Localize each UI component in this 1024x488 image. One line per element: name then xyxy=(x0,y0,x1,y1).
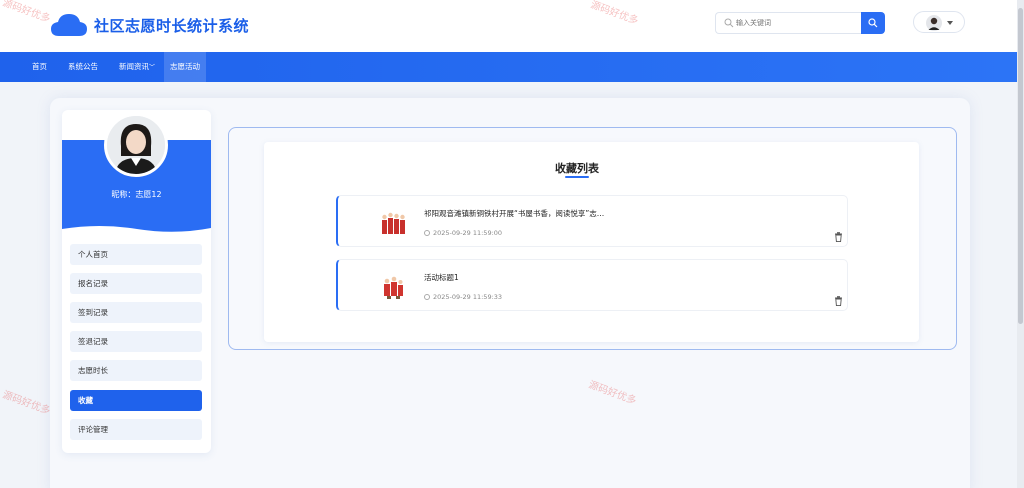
sidebar-item-comments[interactable]: 评论管理 xyxy=(70,419,202,440)
nav-item-activities[interactable]: 志愿活动 xyxy=(164,52,206,82)
page-title: 收藏列表 xyxy=(555,162,599,175)
list-item[interactable]: 祁阳观音滩镇新铜铁村开展“书屋书香，阅读悦享”志… 2025-09-29 11:… xyxy=(336,195,848,247)
watermark: 源码好优多 xyxy=(0,389,52,418)
site-title: 社区志愿时长统计系统 xyxy=(94,17,250,35)
trash-icon[interactable] xyxy=(834,232,843,242)
favorite-time-value: 2025-09-29 11:59:33 xyxy=(433,293,503,301)
activity-thumbnail xyxy=(378,270,410,302)
search-icon xyxy=(868,18,878,28)
sidebar-item-volunteer-hours[interactable]: 志愿时长 xyxy=(70,360,202,381)
chevron-down-icon xyxy=(947,21,953,25)
sidebar-item-checkout[interactable]: 签退记录 xyxy=(70,331,202,352)
nav-item-news-label: 新闻资讯 xyxy=(119,62,149,71)
clock-icon xyxy=(424,294,430,300)
wave-decoration xyxy=(62,226,211,233)
sidebar-item-checkin[interactable]: 签到记录 xyxy=(70,302,202,323)
main-nav: 首页 系统公告 新闻资讯﹀ 志愿活动 xyxy=(0,52,1024,82)
cloud-logo-icon xyxy=(51,14,87,36)
user-menu[interactable] xyxy=(913,11,965,33)
clock-icon xyxy=(424,230,430,236)
search-box[interactable] xyxy=(715,12,861,34)
nav-item-news[interactable]: 新闻资讯﹀ xyxy=(119,52,155,82)
search-input[interactable] xyxy=(736,15,856,31)
activity-thumbnail xyxy=(378,206,410,238)
sidebar-item-registrations[interactable]: 报名记录 xyxy=(70,273,202,294)
favorite-title[interactable]: 祁阳观音滩镇新铜铁村开展“书屋书香，阅读悦享”志… xyxy=(424,208,604,219)
favorite-time: 2025-09-29 11:59:33 xyxy=(424,293,502,301)
favorite-time-value: 2025-09-29 11:59:00 xyxy=(433,229,503,237)
list-item[interactable]: 活动标题1 2025-09-29 11:59:33 xyxy=(336,259,848,311)
profile-nickname: 昵称：志愿12 xyxy=(111,190,162,199)
favorite-time: 2025-09-29 11:59:00 xyxy=(424,229,502,237)
favorite-title[interactable]: 活动标题1 xyxy=(424,272,459,283)
title-underline xyxy=(565,176,589,178)
nav-item-home[interactable]: 首页 xyxy=(32,52,47,82)
chevron-down-icon: ﹀ xyxy=(149,64,156,71)
scrollbar-thumb[interactable] xyxy=(1018,8,1023,324)
sidebar-item-favorites[interactable]: 收藏 xyxy=(70,390,202,411)
header: 社区志愿时长统计系统 xyxy=(0,0,1024,52)
search-icon xyxy=(724,18,734,28)
nav-item-announcements[interactable]: 系统公告 xyxy=(68,52,98,82)
sidebar-item-home[interactable]: 个人首页 xyxy=(70,244,202,265)
user-avatar-icon xyxy=(926,15,942,31)
trash-icon[interactable] xyxy=(834,296,843,306)
search-button[interactable] xyxy=(861,12,885,34)
